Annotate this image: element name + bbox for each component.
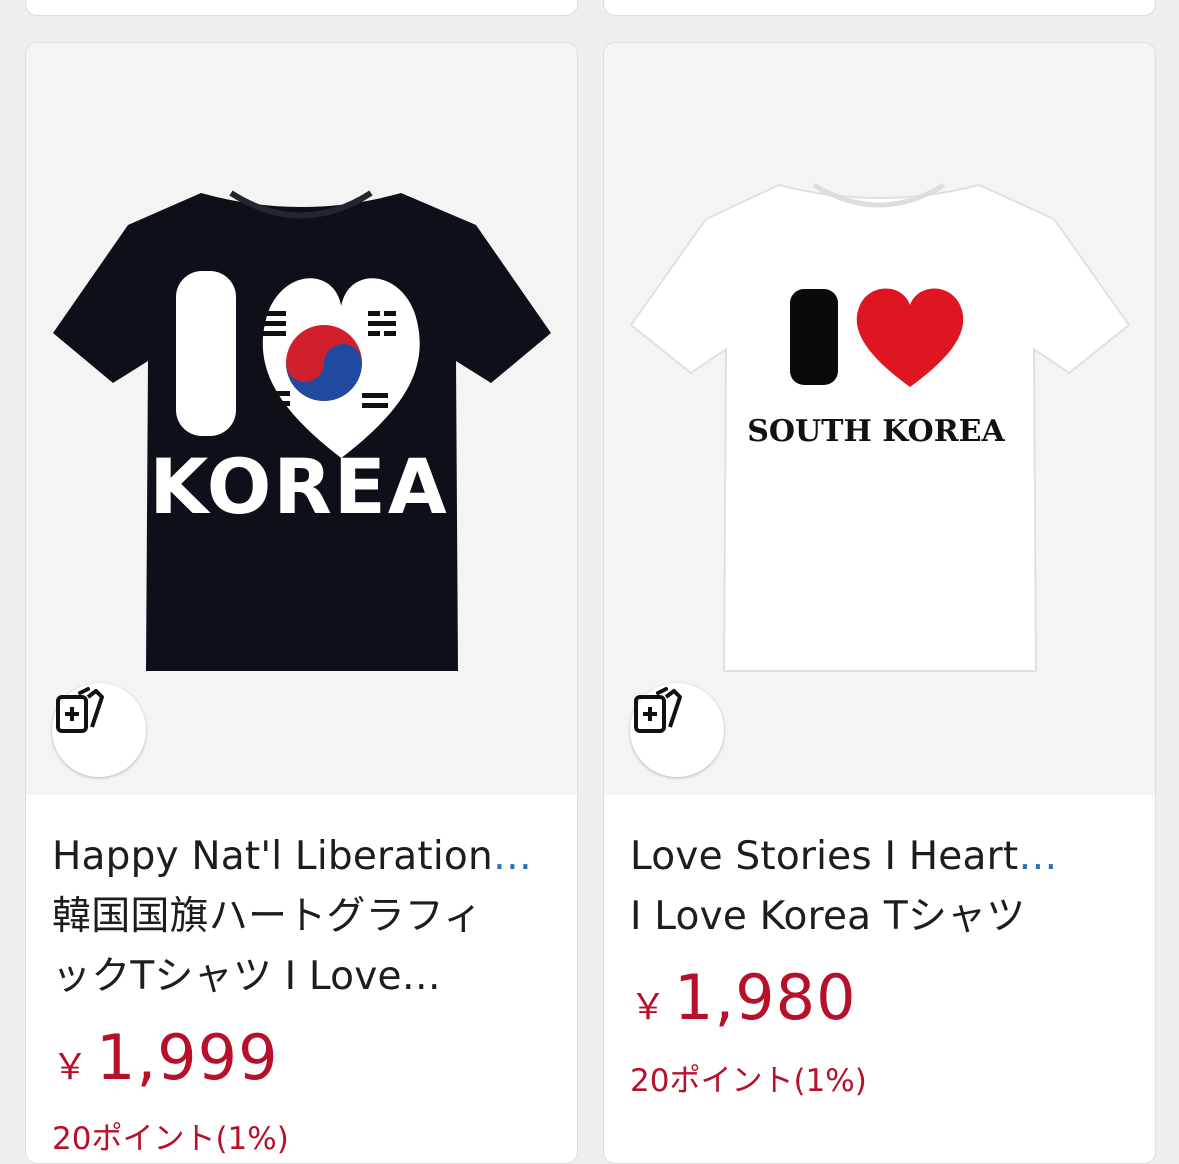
product-image[interactable]: KOREA — [26, 43, 577, 795]
save-to-collection-button[interactable] — [52, 683, 146, 777]
product-card[interactable]: KOREA Happy Nat'l Liberation… 韓国国旗ハートグラフ… — [25, 42, 578, 1164]
currency-symbol: ￥ — [630, 987, 667, 1028]
previous-product-card-bottom — [25, 0, 578, 16]
product-price: ￥ 1,999 — [52, 1021, 279, 1094]
save-to-collection-button[interactable] — [630, 683, 724, 777]
product-title-line-2: 韓国国旗ハートグラフィ — [52, 894, 483, 939]
product-title[interactable]: Love Stories I Heart… I Love Korea Tシャツ — [630, 827, 1130, 947]
price-amount: 1,980 — [674, 961, 857, 1034]
shirt-print-i — [176, 271, 236, 436]
title-ellipsis: … — [1018, 834, 1058, 879]
product-price: ￥ 1,980 — [630, 961, 857, 1034]
product-title-line-1: Love Stories I Heart — [630, 834, 1019, 879]
title-ellipsis: … — [492, 834, 533, 879]
title-ellipsis: … — [401, 954, 441, 999]
shirt-print-i — [790, 289, 838, 385]
currency-symbol: ￥ — [52, 1047, 89, 1088]
product-title-line-1: Happy Nat'l Liberation — [52, 834, 493, 879]
product-title-line-3: ックTシャツ I Love — [52, 954, 402, 999]
add-to-collection-icon — [634, 687, 682, 733]
product-title[interactable]: Happy Nat'l Liberation… 韓国国旗ハートグラフィ ックTシ… — [52, 827, 552, 1007]
product-card[interactable]: SOUTH KOREA Love Stories I Heart… I Love… — [603, 42, 1156, 1164]
reward-points: 20ポイント(1%) — [630, 1063, 867, 1099]
black-korea-tshirt-image: KOREA — [53, 190, 551, 671]
shirt-print-south-korea: SOUTH KOREA — [747, 414, 1005, 449]
previous-product-card-bottom — [603, 0, 1156, 16]
price-amount: 1,999 — [96, 1021, 279, 1094]
white-south-korea-tshirt-image: SOUTH KOREA — [629, 182, 1131, 672]
add-to-collection-icon — [56, 687, 104, 733]
product-image[interactable]: SOUTH KOREA — [604, 43, 1155, 795]
shirt-print-korea: KOREA — [149, 442, 448, 531]
product-title-line-2: I Love Korea Tシャツ — [630, 894, 1026, 939]
reward-points: 20ポイント(1%) — [52, 1121, 289, 1157]
